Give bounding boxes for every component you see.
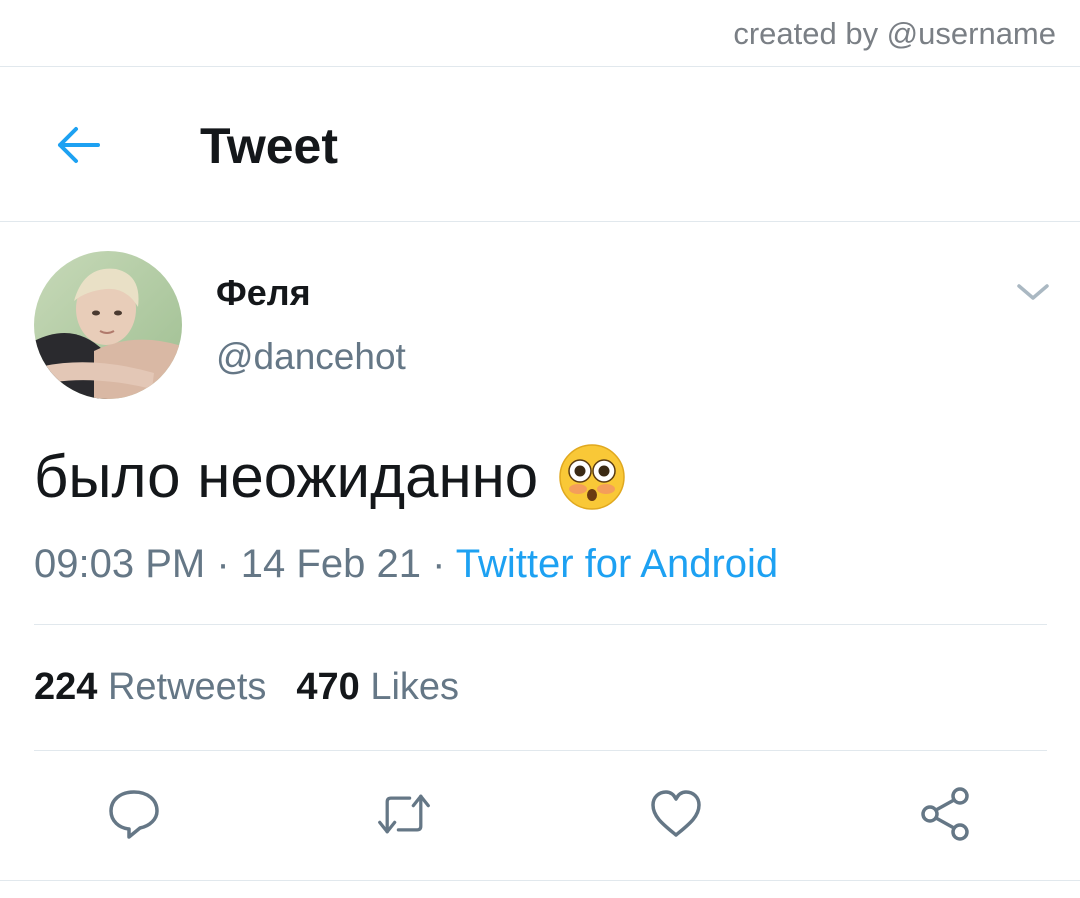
user-handle[interactable]: @dancehot <box>216 336 406 378</box>
divider <box>34 624 1047 625</box>
chevron-down-icon <box>1017 284 1049 300</box>
retweet-button[interactable] <box>376 786 432 842</box>
retweet-icon <box>378 794 430 834</box>
tweet-stats: 224 Retweets 470 Likes <box>34 666 459 709</box>
avatar-image <box>34 251 182 399</box>
tweet-date: 14 Feb 21 <box>240 542 421 586</box>
likes-stat[interactable]: 470 Likes <box>296 666 459 708</box>
divider <box>34 750 1047 751</box>
meta-separator: · <box>216 542 230 586</box>
share-icon <box>921 787 969 841</box>
comment-icon <box>109 790 159 839</box>
reply-button[interactable] <box>106 786 162 842</box>
avatar[interactable] <box>34 251 182 399</box>
flushed-face-emoji <box>559 443 625 510</box>
retweets-count: 224 <box>34 666 98 708</box>
arrow-left-icon <box>58 127 100 163</box>
tweet-source-link[interactable]: Twitter for Android <box>456 542 778 586</box>
retweets-stat[interactable]: 224 Retweets <box>34 666 266 708</box>
tweet-meta: 09:03 PM · 14 Feb 21 · Twitter for Andro… <box>34 542 778 587</box>
likes-label: Likes <box>370 666 460 708</box>
top-bar: created by @username <box>0 0 1080 67</box>
retweets-label: Retweets <box>107 666 267 708</box>
back-button[interactable] <box>48 115 108 175</box>
credit-text: created by @username <box>733 16 1056 51</box>
display-name[interactable]: Феля <box>216 272 311 314</box>
tweet-time: 09:03 PM <box>34 542 206 586</box>
tweet-text: было неожиданно <box>34 442 626 511</box>
more-options-button[interactable] <box>1012 274 1054 310</box>
heart-icon <box>651 790 701 837</box>
tweet-header: Tweet <box>0 67 1080 222</box>
likes-count: 470 <box>296 666 360 708</box>
page-title: Tweet <box>200 118 338 174</box>
like-button[interactable] <box>648 786 704 842</box>
bottom-divider <box>0 880 1080 881</box>
tweet-text-content: было неожиданно <box>34 443 539 510</box>
share-button[interactable] <box>918 786 974 842</box>
meta-separator: · <box>432 542 446 586</box>
